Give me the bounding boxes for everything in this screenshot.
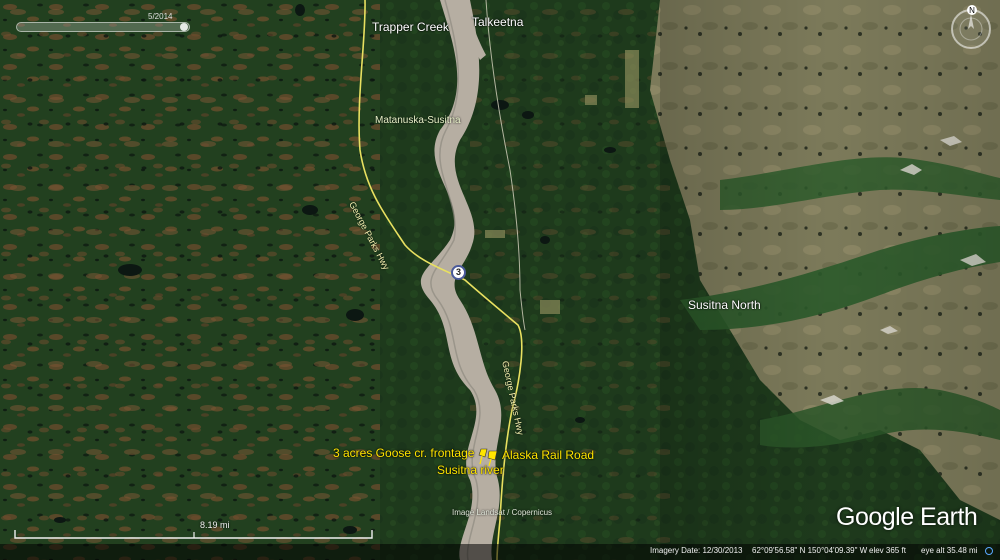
- scale-bar: 8.19 mi: [14, 520, 374, 542]
- place-susitna-north[interactable]: Susitna North: [688, 298, 761, 312]
- imagery-date: Imagery Date: 12/30/2013: [650, 546, 743, 555]
- coordinates-readout: 62°09'56.58" N 150°04'09.39" W: [752, 546, 868, 555]
- slider-knob[interactable]: [180, 23, 188, 31]
- pin-label-goose-creek[interactable]: 3 acres Goose cr. frontage: [333, 446, 474, 460]
- compass-north-letter: N: [969, 6, 975, 15]
- historical-imagery-slider[interactable]: 5/2014: [16, 12, 190, 32]
- place-talkeetna[interactable]: Talkeetna: [472, 15, 523, 29]
- elevation-readout: elev 365 ft: [869, 546, 906, 555]
- slider-date: 5/2014: [148, 12, 173, 21]
- pin-label-rail-road[interactable]: Alaska Rail Road: [502, 448, 594, 462]
- eye-altitude-readout: eye alt 35.48 mi: [921, 546, 978, 555]
- compass-icon[interactable]: N: [946, 4, 996, 54]
- highway-shield-icon[interactable]: 3: [451, 265, 466, 280]
- status-bar: Imagery Date: 12/30/2013 62°09'56.58" N …: [0, 544, 1000, 560]
- google-earth-logo: Google Earth: [836, 503, 978, 531]
- region-matanuska-susitna: Matanuska-Susitna: [375, 115, 461, 126]
- place-trapper-creek[interactable]: Trapper Creek: [372, 20, 449, 34]
- pin-label-susitna-river[interactable]: Susitna river: [437, 463, 504, 477]
- imagery-credit: Image Landsat / Copernicus: [452, 508, 553, 517]
- map-view[interactable]: 5/2014 N Trapper Creek Talkeetna Susitna…: [0, 0, 1000, 560]
- streaming-indicator-icon: [985, 547, 993, 555]
- slider-track[interactable]: [16, 22, 190, 32]
